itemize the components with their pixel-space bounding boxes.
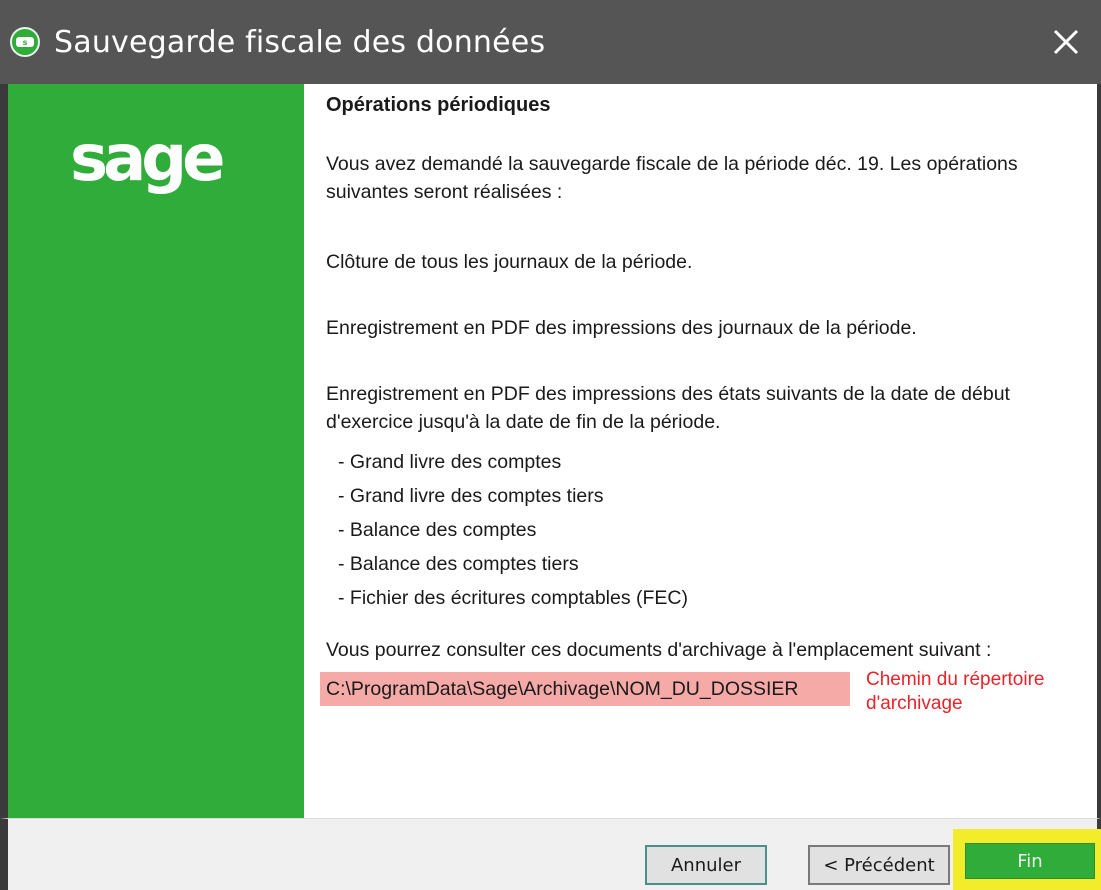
- svg-text:s: s: [23, 38, 28, 47]
- operation-pdf-states-line-2: d'exercice jusqu'à la date de fin de la …: [326, 411, 721, 433]
- cancel-button[interactable]: Annuler: [645, 845, 767, 885]
- dialog-window: s Sauvegarde fiscale des données sage Op…: [0, 0, 1101, 890]
- list-item: - Grand livre des comptes tiers: [338, 485, 604, 507]
- archive-path: C:\ProgramData\Sage\Archivage\NOM_DU_DOS…: [320, 672, 850, 706]
- brand-sidebar: sage: [0, 84, 304, 818]
- annotation-line-1: Chemin du répertoire: [866, 669, 1045, 690]
- close-icon: [1053, 29, 1079, 55]
- window-title: Sauvegarde fiscale des données: [54, 24, 546, 60]
- list-item: - Fichier des écritures comptables (FEC): [338, 587, 689, 609]
- annotation-line-2: d'archivage: [866, 693, 963, 714]
- archive-path-text: C:\ProgramData\Sage\Archivage\NOM_DU_DOS…: [326, 677, 799, 700]
- close-button[interactable]: [1031, 0, 1101, 84]
- archive-path-annotation: Chemin du répertoire d'archivage: [866, 668, 1096, 716]
- section-title: Opérations périodiques: [326, 94, 551, 116]
- title-bar[interactable]: s Sauvegarde fiscale des données: [0, 0, 1101, 84]
- operation-pdf-states-line-1: Enregistrement en PDF des impressions de…: [326, 383, 1010, 405]
- list-item: - Balance des comptes tiers: [338, 553, 579, 575]
- list-item: - Grand livre des comptes: [338, 451, 562, 473]
- operation-pdf-journals: Enregistrement en PDF des impressions de…: [326, 317, 917, 339]
- intro-line-1: Vous avez demandé la sauvegarde fiscale …: [326, 153, 1018, 175]
- button-bar: Annuler < Précédent Fin: [0, 818, 1101, 890]
- sage-app-icon: s: [10, 27, 40, 57]
- finish-highlight: Fin: [953, 829, 1101, 890]
- operation-close-journals: Clôture de tous les journaux de la pério…: [326, 251, 693, 273]
- finish-button[interactable]: Fin: [965, 843, 1095, 879]
- archive-location-label: Vous pourrez consulter ces documents d'a…: [326, 639, 992, 661]
- previous-button[interactable]: < Précédent: [808, 845, 950, 885]
- list-item: - Balance des comptes: [338, 519, 537, 541]
- wizard-content: Opérations périodiques Vous avez demandé…: [304, 84, 1101, 818]
- sage-logo: sage: [70, 122, 225, 196]
- intro-line-2: suivantes seront réalisées :: [326, 181, 563, 203]
